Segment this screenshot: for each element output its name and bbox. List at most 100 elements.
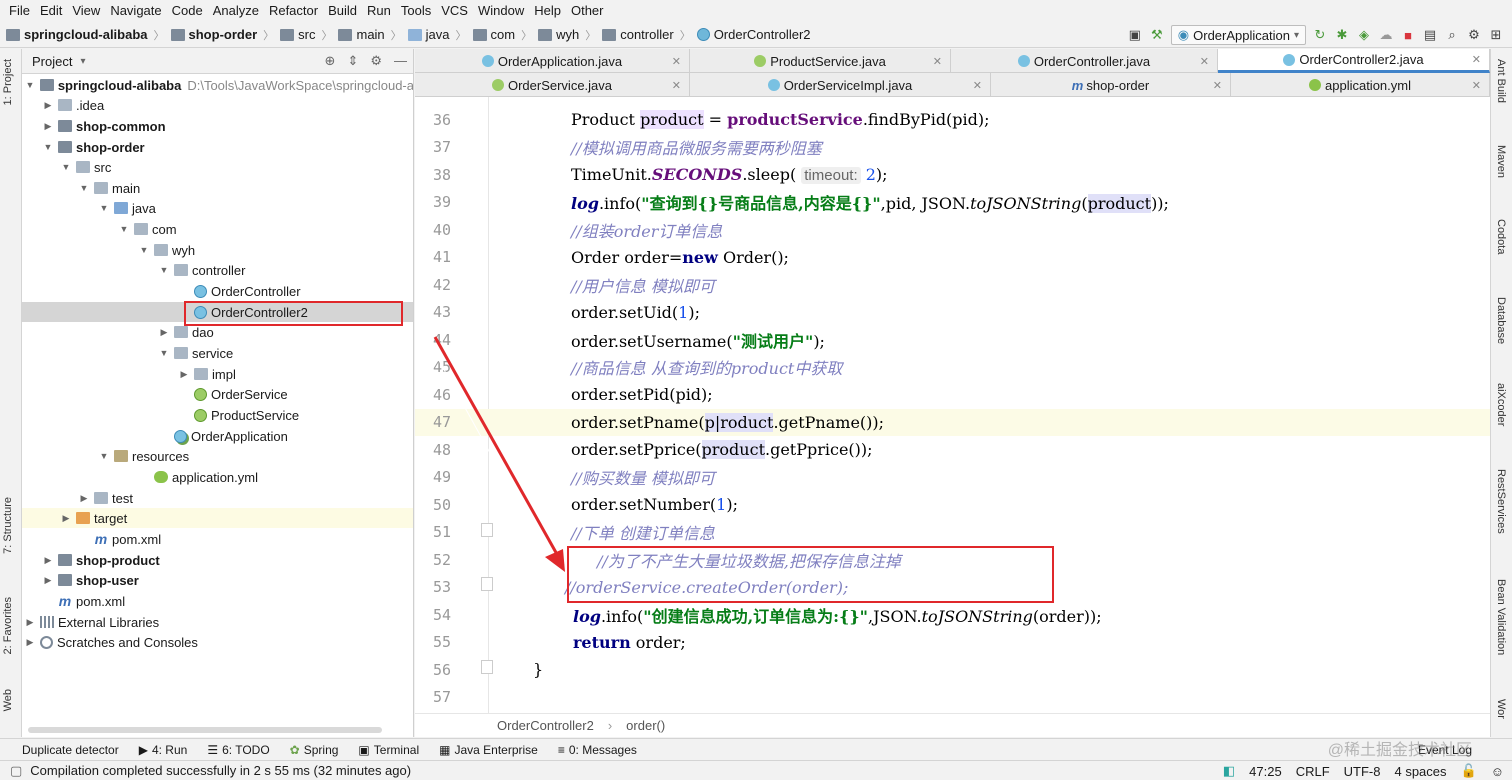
tab-ant-build[interactable]: Ant Build: [1495, 59, 1507, 103]
terminal-window-icon[interactable]: ▣: [1127, 27, 1143, 43]
breadcrumb-com[interactable]: com 〉: [472, 27, 539, 43]
tab-ordercontroller2-active[interactable]: OrderController2.java ✕: [1218, 49, 1490, 73]
tool-spring[interactable]: ✿ Spring: [290, 743, 339, 757]
aixcoder-status-icon[interactable]: ◧: [1223, 763, 1235, 779]
tab-ordercontroller[interactable]: OrderController.java ✕: [951, 49, 1218, 73]
tab-shop-order-pom[interactable]: m shop-order ✕: [991, 73, 1231, 97]
tab-application-yml[interactable]: application.yml ✕: [1231, 73, 1490, 97]
tool-messages[interactable]: ≡ 0: Messages: [558, 743, 637, 757]
tool-todo[interactable]: ☰ 6: TODO: [207, 743, 269, 757]
breadcrumb-src[interactable]: src 〉: [280, 27, 338, 43]
close-icon[interactable]: ✕: [672, 79, 681, 92]
menu-tools[interactable]: Tools: [396, 0, 436, 22]
tree-item[interactable]: ▶ target: [22, 508, 413, 528]
tree-item[interactable]: ▶ shop-user: [22, 570, 413, 590]
tree-item[interactable]: ProductService: [22, 405, 413, 425]
rerun-icon[interactable]: ↻: [1312, 27, 1328, 43]
menu-build[interactable]: Build: [323, 0, 362, 22]
menu-analyze[interactable]: Analyze: [208, 0, 264, 22]
tree-item[interactable]: ▼ main: [22, 178, 413, 198]
tab-bean-validation[interactable]: Bean Validation: [1495, 579, 1507, 655]
code-line[interactable]: 54 log.info("创建信息成功,订单信息为:{}",JSON.toJSON…: [415, 601, 1490, 629]
code-editor[interactable]: 36 Product product = productService.findB…: [415, 97, 1490, 713]
tree-item[interactable]: ▶ .idea: [22, 95, 413, 115]
close-icon[interactable]: ✕: [973, 79, 982, 92]
tab-web[interactable]: Web: [2, 689, 14, 711]
tree-item[interactable]: m pom.xml: [22, 591, 413, 611]
status-window-icon[interactable]: ▢: [10, 763, 22, 779]
run-configuration-select[interactable]: ◉ OrderApplication ▾: [1170, 25, 1306, 45]
menu-other[interactable]: Other: [566, 0, 609, 22]
caret-position[interactable]: 47:25: [1249, 764, 1282, 779]
search-icon[interactable]: ⌕: [1444, 27, 1460, 43]
tree-item[interactable]: ▼ shop-order: [22, 137, 413, 157]
breadcrumb-controller[interactable]: controller 〉: [602, 27, 696, 43]
tree-item[interactable]: OrderService: [22, 384, 413, 404]
close-icon[interactable]: ✕: [1472, 53, 1481, 66]
debug-bug-icon[interactable]: ✱: [1334, 27, 1350, 43]
tree-item[interactable]: ▼ java: [22, 198, 413, 218]
line-separator[interactable]: CRLF: [1296, 764, 1330, 779]
tab-favorites[interactable]: 2: Favorites: [2, 597, 14, 654]
close-icon[interactable]: ✕: [933, 55, 942, 68]
tab-orderservice[interactable]: OrderService.java ✕: [415, 73, 690, 97]
breadcrumb-wyh[interactable]: wyh 〉: [538, 27, 602, 43]
tree-item[interactable]: ▼ src: [22, 157, 413, 177]
tab-maven[interactable]: Maven: [1495, 145, 1507, 178]
gear-icon[interactable]: ⚙: [370, 53, 382, 69]
breadcrumb-java[interactable]: java 〉: [407, 27, 473, 43]
file-encoding[interactable]: UTF-8: [1344, 764, 1381, 779]
fold-marker-icon[interactable]: [481, 660, 493, 674]
horizontal-scrollbar[interactable]: [28, 727, 382, 733]
menu-vcs[interactable]: VCS: [436, 0, 473, 22]
tool-duplicate-detector[interactable]: Duplicate detector: [22, 743, 119, 757]
code-line[interactable]: 57: [415, 684, 1490, 712]
menu-help[interactable]: Help: [529, 0, 566, 22]
tab-orderapplication[interactable]: OrderApplication.java ✕: [415, 49, 690, 73]
tree-item[interactable]: m pom.xml: [22, 529, 413, 549]
minimize-icon[interactable]: —: [394, 53, 407, 69]
menu-navigate[interactable]: Navigate: [105, 0, 166, 22]
tree-item[interactable]: ▶ shop-common: [22, 116, 413, 136]
code-line[interactable]: 56}: [415, 656, 1490, 684]
code-line[interactable]: 55 return order;: [415, 629, 1490, 657]
tree-item[interactable]: ▼ com: [22, 219, 413, 239]
breadcrumb-class[interactable]: OrderController2: [497, 718, 594, 733]
tree-item[interactable]: ▶ dao: [22, 322, 413, 342]
breadcrumb-project[interactable]: springcloud-alibaba 〉: [6, 27, 171, 43]
tool-terminal[interactable]: ▣ Terminal: [358, 743, 419, 757]
chevron-down-icon[interactable]: ▾: [80, 56, 85, 67]
tab-structure[interactable]: 7: Structure: [2, 497, 14, 554]
layout-icon[interactable]: ▤: [1422, 27, 1438, 43]
tree-item[interactable]: ▶ test: [22, 488, 413, 508]
menu-code[interactable]: Code: [167, 0, 208, 22]
tree-item[interactable]: ▶ External Libraries: [22, 612, 413, 632]
breadcrumb-module[interactable]: shop-order 〉: [170, 27, 281, 43]
tab-codota[interactable]: Codota: [1495, 219, 1507, 254]
tab-word[interactable]: Wor: [1495, 699, 1507, 719]
structure-icon[interactable]: ⊞: [1488, 27, 1504, 43]
tree-item[interactable]: OrderApplication: [22, 426, 413, 446]
tab-project[interactable]: 1: Project: [2, 59, 14, 105]
menu-edit[interactable]: Edit: [35, 0, 67, 22]
lock-icon[interactable]: 🔓: [1461, 763, 1477, 779]
tab-aixcoder[interactable]: aiXcoder: [1495, 383, 1507, 426]
tab-orderserviceimpl[interactable]: OrderServiceImpl.java ✕: [690, 73, 991, 97]
inspector-icon[interactable]: ☺: [1491, 764, 1504, 779]
menu-refactor[interactable]: Refactor: [264, 0, 323, 22]
locate-icon[interactable]: ⊕: [325, 53, 336, 69]
profiler-icon[interactable]: ☁: [1378, 27, 1394, 43]
tree-item[interactable]: ▼ service: [22, 343, 413, 363]
tree-item[interactable]: application.yml: [22, 467, 413, 487]
close-icon[interactable]: ✕: [1213, 79, 1222, 92]
close-icon[interactable]: ✕: [1200, 55, 1209, 68]
settings-icon[interactable]: ⚙: [1466, 27, 1482, 43]
menu-run[interactable]: Run: [362, 0, 396, 22]
breadcrumb-method[interactable]: order(): [626, 718, 665, 733]
stop-icon[interactable]: ■: [1400, 27, 1416, 43]
tree-item[interactable]: ▶ shop-product: [22, 550, 413, 570]
menu-file[interactable]: File: [4, 0, 35, 22]
breadcrumb-class[interactable]: OrderController2: [696, 27, 811, 42]
tool-java-enterprise[interactable]: ▦ Java Enterprise: [439, 743, 538, 757]
breadcrumb-main[interactable]: main 〉: [338, 27, 407, 43]
